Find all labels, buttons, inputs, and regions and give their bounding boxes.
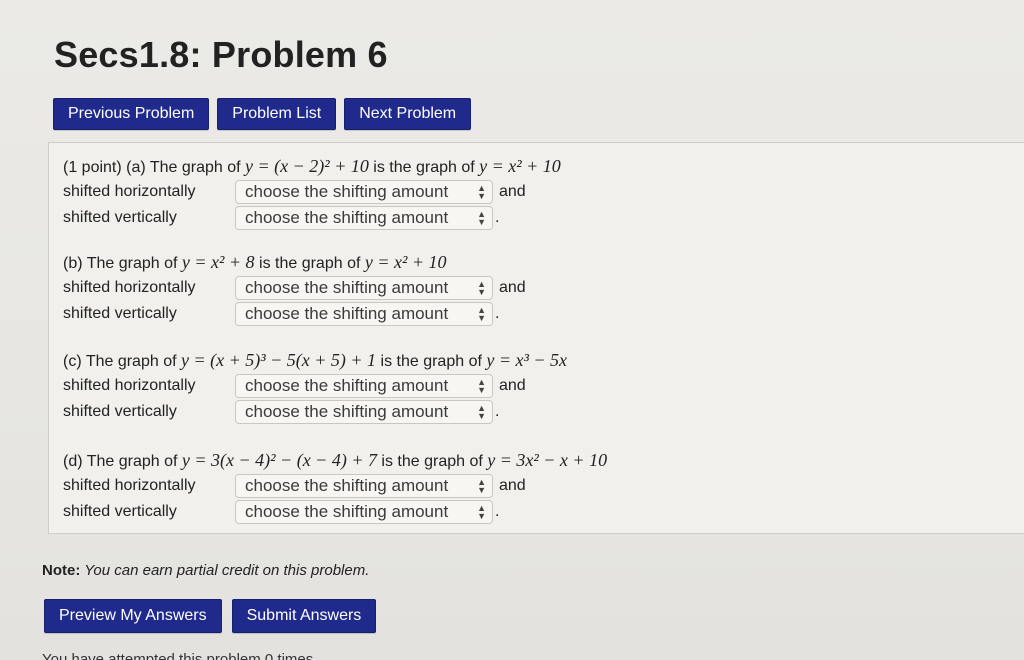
- part-c-horizontal-row: shifted horizontally choose the shifting…: [63, 373, 567, 399]
- previous-problem-button[interactable]: Previous Problem: [53, 98, 210, 130]
- part-b-equation-1: y = x² + 8: [181, 252, 255, 272]
- part-c-statement: (c) The graph of y = (x + 5)³ − 5(x + 5)…: [63, 349, 567, 373]
- part-b-vertical-row: shifted vertically choose the shifting a…: [63, 301, 526, 327]
- select-value: choose the shifting amount: [245, 182, 449, 201]
- part-d-vertical-row: shifted vertically choose the shifting a…: [63, 499, 607, 525]
- part-d-equation-1: y = 3(x − 4)² − (x − 4) + 7: [181, 450, 377, 470]
- part-b: (b) The graph of y = x² + 8 is the graph…: [63, 251, 526, 327]
- vertical-label: shifted vertically: [63, 503, 177, 520]
- period-text: .: [495, 403, 500, 420]
- part-d: (d) The graph of y = 3(x − 4)² − (x − 4)…: [63, 449, 607, 525]
- and-text: and: [499, 377, 526, 394]
- note-label: Note:: [42, 562, 81, 579]
- part-a-horizontal-row: shifted horizontally choose the shifting…: [63, 179, 561, 205]
- and-text: and: [499, 183, 526, 200]
- part-b-horizontal-row: shifted horizontally choose the shifting…: [63, 275, 526, 301]
- updown-arrows-icon: ▲ ▼: [477, 377, 486, 395]
- select-value: choose the shifting amount: [245, 278, 449, 297]
- part-d-horizontal-select[interactable]: choose the shifting amount ▲ ▼: [235, 474, 493, 498]
- updown-arrows-icon: ▲ ▼: [477, 503, 486, 521]
- updown-arrows-icon: ▲ ▼: [477, 183, 486, 201]
- updown-arrows-icon: ▲ ▼: [477, 477, 486, 495]
- submit-answers-button[interactable]: Submit Answers: [231, 599, 377, 633]
- part-d-equation-2: y = 3x² − x + 10: [487, 450, 608, 470]
- part-a-equation-1: y = (x − 2)² + 10: [245, 156, 369, 176]
- part-a-horizontal-select[interactable]: choose the shifting amount ▲ ▼: [235, 180, 493, 204]
- problem-body: (1 point) (a) The graph of y = (x − 2)² …: [48, 142, 1024, 534]
- horizontal-label: shifted horizontally: [63, 183, 196, 200]
- updown-arrows-icon: ▲ ▼: [477, 209, 486, 227]
- part-c-equation-1: y = (x + 5)³ − 5(x + 5) + 1: [180, 350, 377, 370]
- problem-list-button[interactable]: Problem List: [217, 98, 337, 130]
- part-b-horizontal-select[interactable]: choose the shifting amount ▲ ▼: [235, 276, 493, 300]
- select-value: choose the shifting amount: [245, 502, 449, 521]
- part-d-middle: is the graph of: [376, 453, 488, 470]
- part-d-prefix: (d) The graph of: [63, 453, 182, 470]
- next-problem-button[interactable]: Next Problem: [344, 98, 472, 130]
- vertical-label: shifted vertically: [63, 305, 177, 322]
- select-value: choose the shifting amount: [245, 402, 449, 421]
- updown-arrows-icon: ▲ ▼: [477, 305, 486, 323]
- problem-nav: Previous Problem Problem List Next Probl…: [53, 98, 472, 130]
- part-c-horizontal-select[interactable]: choose the shifting amount ▲ ▼: [235, 374, 493, 398]
- part-b-vertical-select[interactable]: choose the shifting amount ▲ ▼: [235, 302, 493, 326]
- part-a-middle: is the graph of: [368, 159, 480, 176]
- select-value: choose the shifting amount: [245, 208, 449, 227]
- answer-actions: Preview My Answers Submit Answers: [44, 599, 377, 633]
- horizontal-label: shifted horizontally: [63, 279, 196, 296]
- part-c: (c) The graph of y = (x + 5)³ − 5(x + 5)…: [63, 349, 567, 425]
- updown-arrows-icon: ▲ ▼: [477, 279, 486, 297]
- select-value: choose the shifting amount: [245, 304, 449, 323]
- part-a-vertical-select[interactable]: choose the shifting amount ▲ ▼: [235, 206, 493, 230]
- webwork-page: Secs1.8: Problem 6 Previous Problem Prob…: [0, 0, 1024, 660]
- page-title: Secs1.8: Problem 6: [54, 34, 388, 75]
- part-c-vertical-row: shifted vertically choose the shifting a…: [63, 399, 567, 425]
- select-value: choose the shifting amount: [245, 376, 449, 395]
- part-a-statement: (1 point) (a) The graph of y = (x − 2)² …: [63, 155, 561, 179]
- part-d-horizontal-row: shifted horizontally choose the shifting…: [63, 473, 607, 499]
- horizontal-label: shifted horizontally: [63, 477, 196, 494]
- preview-answers-button[interactable]: Preview My Answers: [44, 599, 222, 633]
- part-a-prefix: (1 point) (a) The graph of: [63, 159, 246, 176]
- part-d-statement: (d) The graph of y = 3(x − 4)² − (x − 4)…: [63, 449, 607, 473]
- vertical-label: shifted vertically: [63, 403, 177, 420]
- part-a: (1 point) (a) The graph of y = (x − 2)² …: [63, 155, 561, 231]
- updown-arrows-icon: ▲ ▼: [477, 403, 486, 421]
- period-text: .: [495, 305, 500, 322]
- select-value: choose the shifting amount: [245, 476, 449, 495]
- vertical-label: shifted vertically: [63, 209, 177, 226]
- part-c-middle: is the graph of: [376, 353, 487, 370]
- note-text: You can earn partial credit on this prob…: [80, 562, 370, 579]
- part-b-prefix: (b) The graph of: [63, 255, 182, 272]
- part-c-vertical-select[interactable]: choose the shifting amount ▲ ▼: [235, 400, 493, 424]
- part-c-equation-2: y = x³ − 5x: [486, 350, 568, 370]
- and-text: and: [499, 477, 526, 494]
- part-d-vertical-select[interactable]: choose the shifting amount ▲ ▼: [235, 500, 493, 524]
- part-c-prefix: (c) The graph of: [63, 353, 181, 370]
- part-b-statement: (b) The graph of y = x² + 8 is the graph…: [63, 251, 526, 275]
- period-text: .: [495, 503, 500, 520]
- horizontal-label: shifted horizontally: [63, 377, 196, 394]
- part-a-equation-2: y = x² + 10: [479, 156, 561, 176]
- period-text: .: [495, 209, 500, 226]
- and-text: and: [499, 279, 526, 296]
- partial-credit-note: Note: You can earn partial credit on thi…: [42, 562, 369, 579]
- part-a-vertical-row: shifted vertically choose the shifting a…: [63, 205, 561, 231]
- attempts-text: You have attempted this problem 0 times.: [42, 651, 318, 660]
- part-b-middle: is the graph of: [254, 255, 365, 272]
- part-b-equation-2: y = x² + 10: [364, 252, 447, 272]
